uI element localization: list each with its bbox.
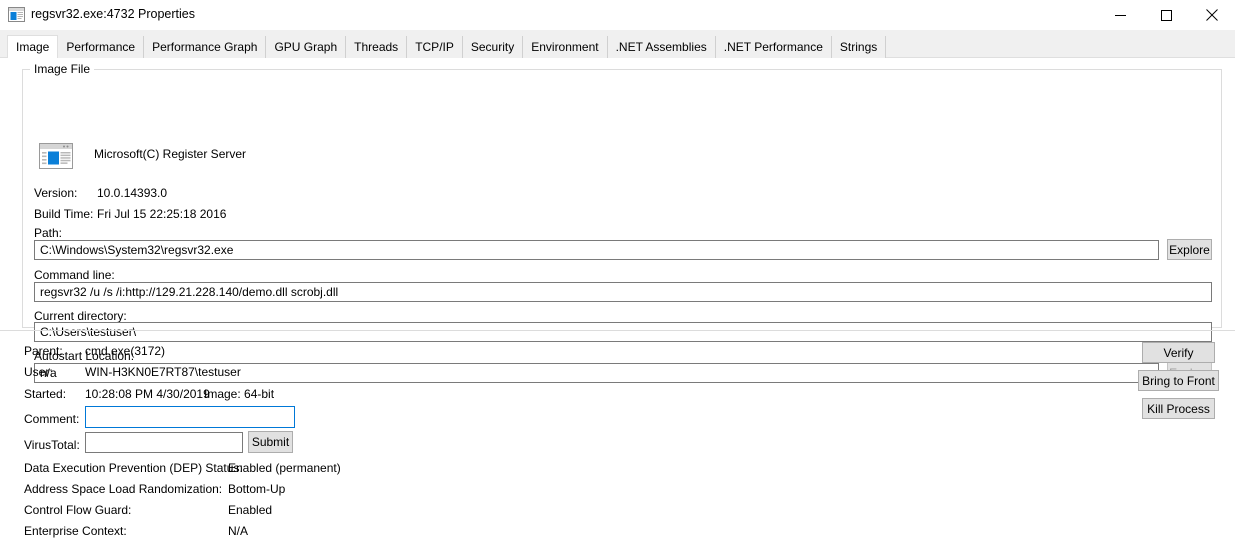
tab-performance-graph[interactable]: Performance Graph	[143, 36, 267, 58]
tab-net-performance[interactable]: .NET Performance	[714, 36, 832, 58]
tab-threads[interactable]: Threads	[345, 36, 408, 58]
virustotal-submit-button[interactable]: Submit	[248, 431, 293, 453]
user-value: WIN-H3KN0E7RT87\testuser	[85, 365, 241, 379]
image-file-group-title: Image File	[30, 62, 95, 76]
command-line-label: Command line:	[34, 268, 115, 282]
control-flow-guard-label: Control Flow Guard:	[24, 503, 132, 517]
dep-status-label: Data Execution Prevention (DEP) Status:	[24, 461, 243, 475]
application-window-icon	[8, 7, 25, 22]
current-directory-label: Current directory:	[34, 309, 127, 323]
tab-security[interactable]: Security	[461, 36, 524, 58]
minimize-button[interactable]	[1097, 0, 1143, 30]
current-directory-input[interactable]: C:\Users\testuser\	[34, 322, 1212, 342]
register-server-app-icon	[39, 143, 73, 169]
window-title: regsvr32.exe:4732 Properties	[31, 7, 195, 21]
virustotal-input[interactable]	[85, 432, 243, 453]
tab-label: Performance Graph	[152, 40, 258, 54]
tab-strings[interactable]: Strings	[830, 36, 887, 58]
parent-value: cmd.exe(3172)	[85, 344, 166, 358]
tab-label: Performance	[66, 40, 136, 54]
tab-gpu-graph[interactable]: GPU Graph	[265, 36, 347, 58]
image-tab-panel: Image File Microsoft(C) Register Server …	[0, 58, 1235, 539]
tab-label: Threads	[354, 40, 399, 54]
tab-label: GPU Graph	[274, 40, 338, 54]
tab-image[interactable]: Image	[7, 35, 59, 58]
comment-label: Comment:	[24, 412, 80, 426]
tab-label: .NET Assemblies	[615, 40, 707, 54]
tab-label: Environment	[531, 40, 599, 54]
build-time-label: Build Time:	[34, 207, 94, 221]
enterprise-context-value: N/A	[228, 524, 249, 538]
path-input[interactable]: C:\Windows\System32\regsvr32.exe	[34, 240, 1159, 260]
build-time-value: Fri Jul 15 22:25:18 2016	[97, 207, 227, 221]
tab-label: .NET Performance	[723, 40, 823, 54]
kill-process-button[interactable]: Kill Process	[1142, 398, 1215, 419]
virustotal-label: VirusTotal:	[24, 438, 80, 452]
close-icon	[1206, 9, 1218, 21]
tab-label: TCP/IP	[415, 40, 454, 54]
path-label: Path:	[34, 226, 63, 240]
image-bitness-value: Image: 64-bit	[204, 387, 275, 401]
verify-button[interactable]: Verify	[1142, 342, 1215, 363]
window-controls	[1097, 0, 1235, 30]
tab-performance[interactable]: Performance	[57, 36, 145, 58]
window-titlebar: regsvr32.exe:4732 Properties	[0, 0, 1235, 30]
version-label: Version:	[34, 186, 78, 200]
section-divider	[0, 330, 1235, 331]
tab-strip: Image Performance Performance Graph GPU …	[0, 30, 1235, 58]
path-explore-button[interactable]: Explore	[1167, 239, 1212, 260]
aslr-value: Bottom-Up	[228, 482, 286, 496]
parent-label: Parent:	[24, 344, 63, 358]
control-flow-guard-value: Enabled	[228, 503, 273, 517]
started-value: 10:28:08 PM 4/30/2019	[85, 387, 210, 401]
enterprise-context-label: Enterprise Context:	[24, 524, 127, 538]
tab-net-assemblies[interactable]: .NET Assemblies	[606, 36, 716, 58]
started-label: Started:	[24, 387, 67, 401]
command-line-input[interactable]: regsvr32 /u /s /i:http://129.21.228.140/…	[34, 282, 1212, 302]
tab-list: Image Performance Performance Graph GPU …	[7, 35, 887, 58]
tab-tcpip[interactable]: TCP/IP	[406, 36, 463, 58]
version-value: 10.0.14393.0	[97, 186, 168, 200]
tab-label: Image	[16, 40, 50, 54]
maximize-button[interactable]	[1143, 0, 1189, 30]
aslr-label: Address Space Load Randomization:	[24, 482, 223, 496]
user-label: User:	[24, 365, 53, 379]
dep-status-value: Enabled (permanent)	[228, 461, 341, 475]
close-button[interactable]	[1189, 0, 1235, 30]
tab-environment[interactable]: Environment	[522, 36, 608, 58]
bring-to-front-button[interactable]: Bring to Front	[1138, 370, 1219, 391]
image-description: Microsoft(C) Register Server	[94, 147, 247, 161]
tab-label: Security	[470, 40, 515, 54]
tab-label: Strings	[839, 40, 878, 54]
minimize-icon	[1114, 14, 1126, 16]
comment-input[interactable]	[85, 406, 295, 428]
maximize-icon	[1160, 9, 1172, 21]
